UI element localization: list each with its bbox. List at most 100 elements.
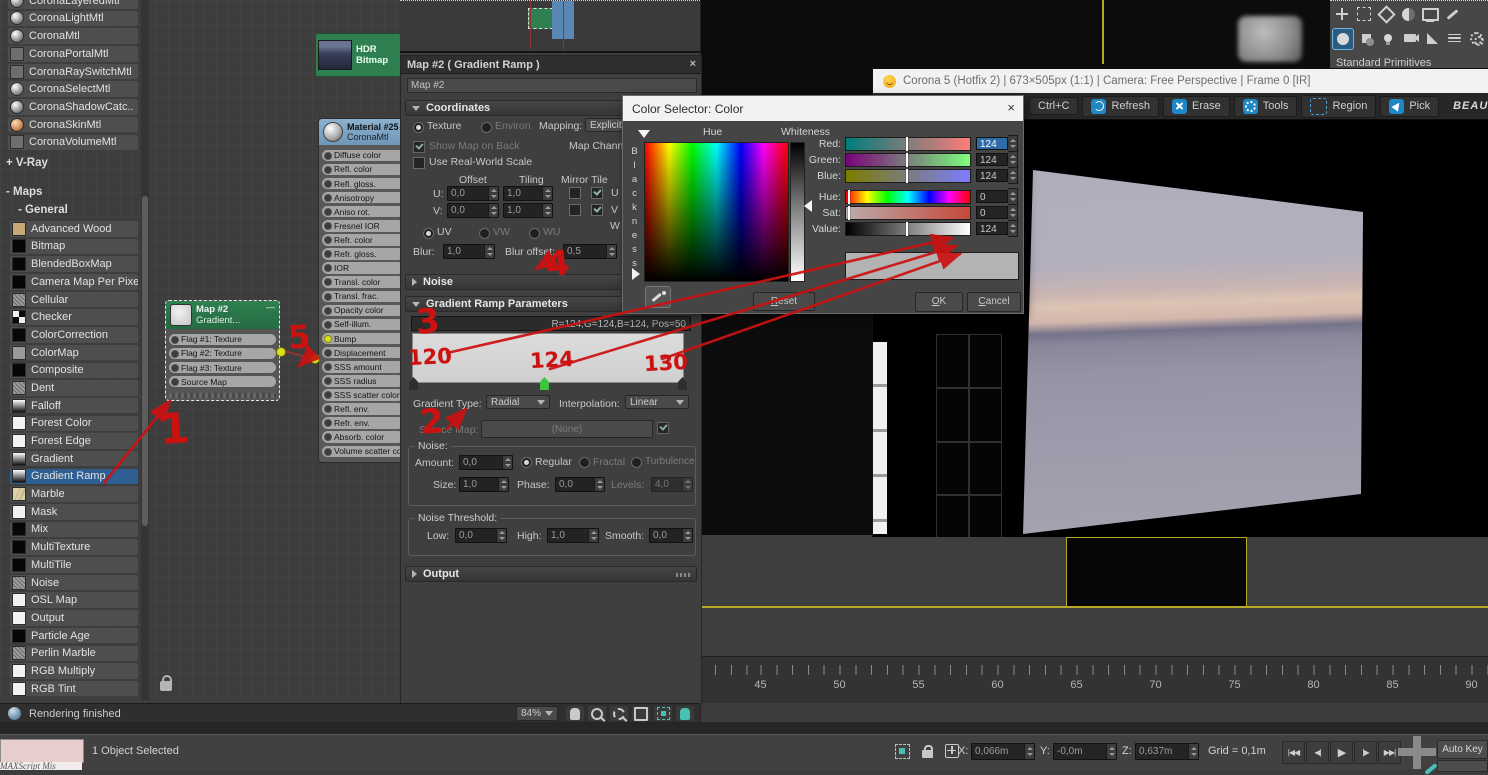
material-slot[interactable]: Aniso rot. <box>322 205 400 218</box>
node-collapse-button[interactable]: — <box>266 302 275 312</box>
systems-category-icon[interactable] <box>1466 28 1486 48</box>
map-list-item[interactable]: Particle Age <box>10 627 138 644</box>
material-list-item[interactable]: CoronaVolumeMtl <box>8 134 138 150</box>
map-list-item[interactable]: MultiTexture <box>10 539 138 555</box>
region-button[interactable]: Region <box>1301 94 1377 118</box>
material-list-item[interactable]: CoronaShadowCatc.. <box>8 99 138 115</box>
channel-spinner[interactable] <box>1008 188 1018 205</box>
material-slot[interactable]: Transl. frac. <box>322 290 400 303</box>
u-tile-checkbox[interactable] <box>591 187 603 199</box>
material-slot[interactable]: Absorb. color <box>322 431 400 443</box>
vw-radio[interactable] <box>479 228 490 239</box>
map-list-item[interactable]: Mask <box>10 504 138 520</box>
channel-value-field[interactable]: 0 <box>976 206 1008 219</box>
isolate-selection-icon[interactable] <box>893 742 911 760</box>
general-group-header[interactable]: - General <box>18 204 68 216</box>
channel-slider[interactable] <box>845 168 971 183</box>
material-slot[interactable]: SSS radius <box>322 375 400 387</box>
map-list-item[interactable]: BlendedBoxMap <box>10 256 138 272</box>
bump-connector-dot[interactable] <box>310 354 320 364</box>
u-mirror-checkbox[interactable] <box>569 187 581 199</box>
maps-group-header[interactable]: - Maps <box>6 186 42 198</box>
map-list-item[interactable]: Bitmap <box>10 238 138 255</box>
gradient-flag-start[interactable] <box>409 377 418 390</box>
map-list-item[interactable]: Camera Map Per Pixel <box>10 274 138 290</box>
lock-icon[interactable] <box>160 675 172 691</box>
map-name-field[interactable]: Map #2 <box>407 78 697 93</box>
map-list-item[interactable]: MultiTile <box>10 557 138 573</box>
dialog-title-bar[interactable]: Color Selector: Color × <box>623 96 1023 121</box>
map-list-item[interactable]: Forest Color <box>10 415 138 432</box>
material-slot[interactable]: Anisotropy <box>322 191 400 204</box>
source-map-button[interactable]: (None) <box>481 420 653 438</box>
refresh-button[interactable]: Refresh <box>1082 95 1160 117</box>
threshold-smooth-spinner[interactable]: 0,0 <box>649 528 693 543</box>
node-input-slot[interactable]: Source Map <box>169 375 276 388</box>
lights-category-icon[interactable] <box>1378 28 1398 48</box>
go-to-start-button[interactable]: |◀◀ <box>1282 741 1305 764</box>
next-frame-button[interactable]: |▶ <box>1354 741 1377 764</box>
material-slot[interactable]: Displacement <box>322 346 400 359</box>
set-key-button[interactable] <box>1437 760 1488 772</box>
map-list-item[interactable]: Noise <box>10 574 138 591</box>
v-offset-spinner[interactable]: 0,0 <box>447 203 499 218</box>
close-icon[interactable]: × <box>690 58 696 70</box>
pick-button[interactable]: Pick <box>1380 95 1440 117</box>
zoom-extents-selected-icon[interactable] <box>654 706 672 721</box>
channel-spinner[interactable] <box>1008 151 1018 168</box>
display-tab-icon[interactable] <box>1420 4 1440 24</box>
map-list-item[interactable]: Forest Edge <box>10 433 138 449</box>
gradient-flag-end[interactable] <box>678 377 687 390</box>
map-list-item[interactable]: Advanced Wood <box>10 221 138 237</box>
channel-slider[interactable] <box>845 221 971 236</box>
scrollbar-thumb[interactable] <box>142 196 148 526</box>
uv-radio[interactable] <box>423 228 434 239</box>
erase-button[interactable]: Erase <box>1163 95 1230 117</box>
map-list-item[interactable]: Perlin Marble <box>10 645 138 661</box>
show-map-back-checkbox[interactable] <box>413 141 425 153</box>
source-map-enable-checkbox[interactable] <box>657 422 669 434</box>
material-slot[interactable]: Refl. color <box>322 163 400 176</box>
material-slot[interactable]: Diffuse color <box>322 149 400 162</box>
v-mirror-checkbox[interactable] <box>569 204 581 216</box>
texture-radio[interactable] <box>413 122 424 133</box>
interpolation-dropdown[interactable]: Linear <box>625 395 689 409</box>
material-list-item[interactable]: CoronaPortalMtl <box>8 46 138 62</box>
map-list-item[interactable]: Marble <box>10 486 138 502</box>
eyedropper-button[interactable] <box>645 286 671 308</box>
geometry-category-icon[interactable] <box>1332 28 1354 50</box>
previous-frame-button[interactable]: ◀| <box>1306 741 1329 764</box>
motion-tab-icon[interactable] <box>1398 4 1418 24</box>
cancel-button[interactable]: Cancel <box>967 292 1021 312</box>
gradient-ramp-widget[interactable] <box>409 333 687 390</box>
channel-slider[interactable] <box>845 152 971 167</box>
browser-scrollbar[interactable] <box>141 0 149 700</box>
map-list-item[interactable]: ColorCorrection <box>10 327 138 343</box>
map-list-item[interactable]: RGB Multiply <box>10 663 138 679</box>
map-list-item[interactable]: Gradient Ramp <box>10 468 138 485</box>
material-list-item[interactable]: CoronaRaySwitchMtl <box>8 63 138 80</box>
helpers-category-icon[interactable] <box>1422 28 1442 48</box>
cameras-category-icon[interactable] <box>1400 28 1420 48</box>
play-button[interactable]: ▶ <box>1330 741 1353 764</box>
active-viewport-frame[interactable] <box>1066 537 1247 607</box>
timeline[interactable]: 45 50 55 60 65 70 75 80 85 90 <box>700 656 1488 703</box>
zoom-level-dropdown[interactable]: 84% <box>516 706 558 721</box>
pan-selected-icon[interactable] <box>676 706 694 721</box>
map-list-item[interactable]: Checker <box>10 309 138 325</box>
zoom-tool-icon[interactable] <box>588 706 606 721</box>
material-list-item[interactable]: CoronaSkinMtl <box>8 116 138 133</box>
create-tab-icon[interactable] <box>1332 4 1352 24</box>
channel-value-field[interactable]: 124 <box>976 222 1008 235</box>
channel-value-field[interactable]: 124 <box>976 153 1008 166</box>
close-icon[interactable]: × <box>1007 100 1015 115</box>
shapes-category-icon[interactable] <box>1356 28 1376 48</box>
modify-tab-icon[interactable] <box>1354 4 1374 24</box>
node-resize-grip[interactable] <box>169 392 276 398</box>
node-input-slot[interactable]: Flag #1: Texture <box>169 333 276 346</box>
auto-key-button[interactable]: Auto Key <box>1437 740 1488 759</box>
environ-radio[interactable] <box>481 122 492 133</box>
material-slot[interactable]: Refl. env. <box>322 403 400 415</box>
material-slot[interactable]: Self-illum. <box>322 318 400 331</box>
material-node-header[interactable]: Material #25 CoronaMtl <box>319 119 400 145</box>
